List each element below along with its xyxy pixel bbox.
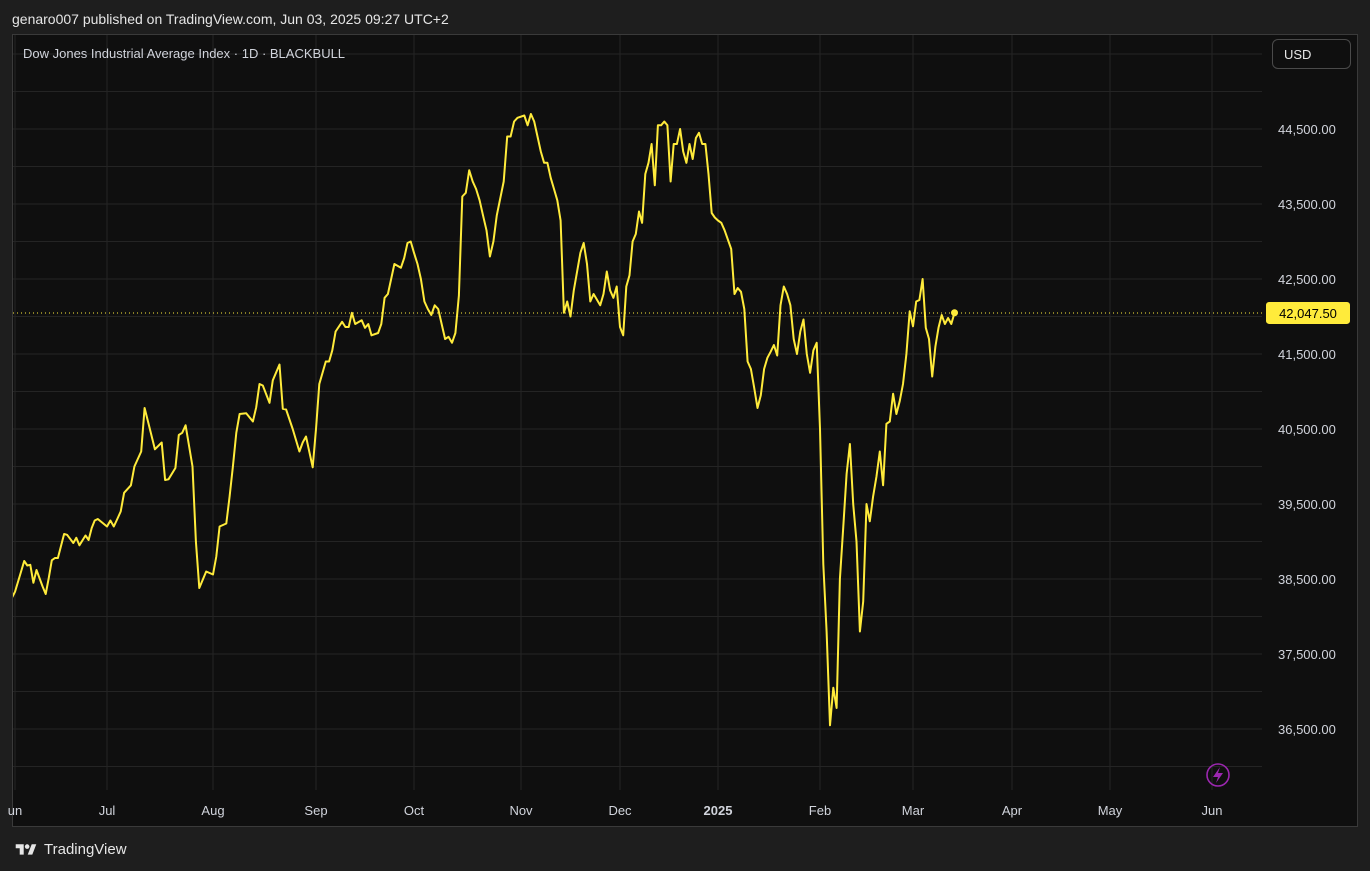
brand-label: TradingView (44, 841, 127, 858)
lightning-icon (1206, 763, 1230, 787)
x-tick-label: Dec (608, 803, 632, 818)
y-tick-label: 37,500.00 (1278, 647, 1336, 662)
price-line (13, 113, 956, 727)
x-tick-label: Apr (1002, 803, 1023, 818)
x-tick-label: Nov (509, 803, 533, 818)
x-tick-label: May (1098, 803, 1123, 818)
y-tick-label: 41,500.00 (1278, 347, 1336, 362)
x-tick-label: un (8, 803, 22, 818)
y-tick-label: 40,500.00 (1278, 422, 1336, 437)
y-tick-label: 36,500.00 (1278, 722, 1336, 737)
y-tick-label: 42,500.00 (1278, 272, 1336, 287)
x-tick-label: Oct (404, 803, 425, 818)
tradingview-logo-icon (15, 843, 37, 855)
x-tick-label: Mar (902, 803, 925, 818)
x-tick-label: Aug (201, 803, 224, 818)
x-tick-label: Feb (809, 803, 831, 818)
y-tick-label: 38,500.00 (1278, 572, 1336, 587)
x-tick-label: Jul (99, 803, 116, 818)
last-price-dot (951, 309, 959, 317)
x-tick-label: Sep (304, 803, 327, 818)
currency-button[interactable]: USD (1272, 39, 1351, 69)
price-chart[interactable]: 36,500.00 37,500.00 38,500.00 39,500.00 40,5… (0, 0, 1370, 871)
tradingview-brand[interactable]: TradingView (14, 841, 127, 858)
x-tick-label: 2025 (704, 803, 733, 818)
x-tick-label: Jun (1202, 803, 1223, 818)
last-price-label: 42,047.50 (1279, 306, 1337, 321)
symbol-title: Dow Jones Industrial Average Index · 1D … (23, 46, 346, 61)
currency-label: USD (1284, 46, 1312, 62)
y-tick-label: 39,500.00 (1278, 497, 1336, 512)
y-tick-label: 44,500.00 (1278, 122, 1336, 137)
y-tick-label: 43,500.00 (1278, 197, 1336, 212)
bottom-bar (0, 828, 1370, 871)
